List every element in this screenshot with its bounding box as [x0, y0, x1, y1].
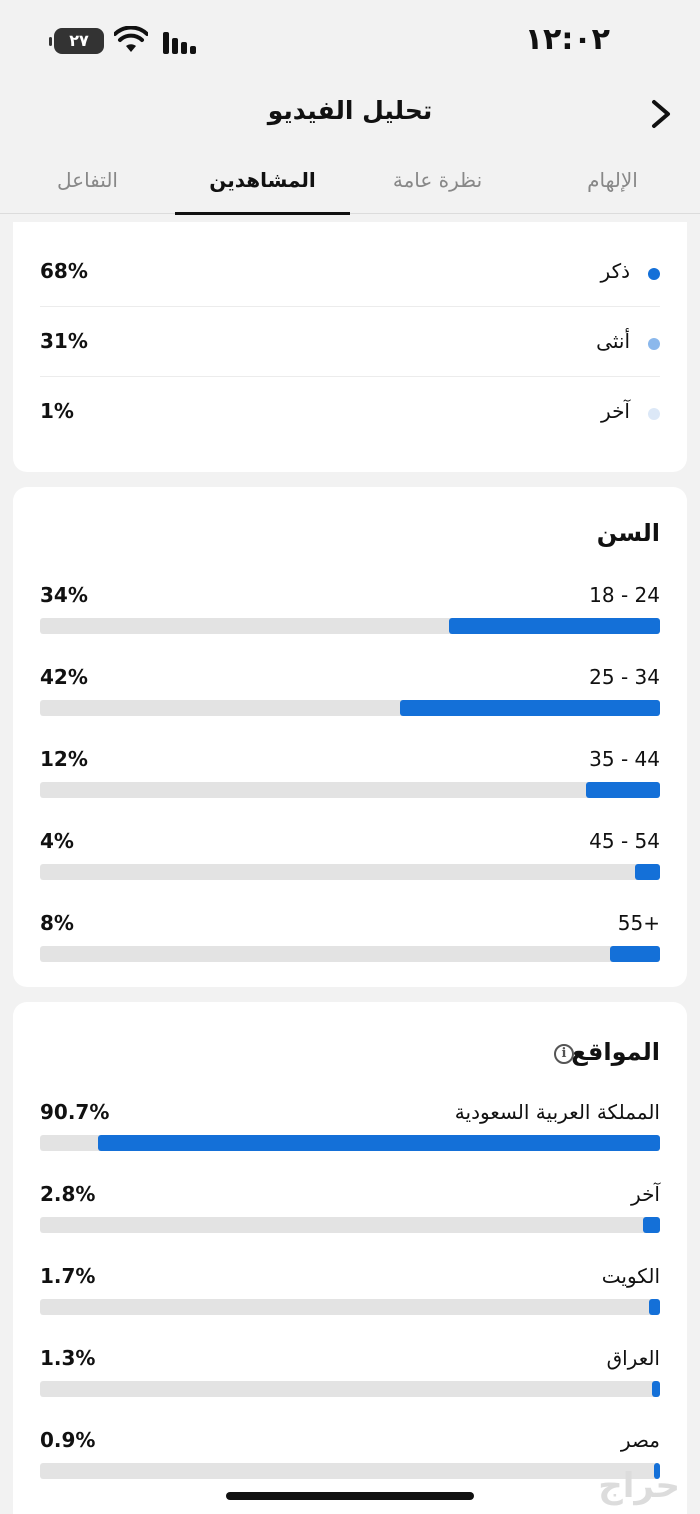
gender-row-male: ذكر 68% [40, 237, 660, 307]
location-percent: 90.7% [40, 1100, 110, 1124]
age-row: 25 - 34 42% [40, 665, 660, 725]
bar-track [40, 700, 660, 716]
locations-section-title: المواقع [571, 1038, 660, 1066]
tab-viewers[interactable]: المشاهدين [175, 150, 350, 215]
bar-fill [585, 782, 660, 798]
bar-track [40, 864, 660, 880]
status-time: ١٢:٠٢ [524, 22, 610, 57]
location-label: العراق [606, 1346, 660, 1370]
gender-card: ذكر 68% أنثى 31% آخر 1% [13, 222, 687, 472]
bar-fill [649, 1299, 660, 1315]
gender-percent: 1% [40, 399, 74, 423]
location-row: العراق 1.3% [40, 1346, 660, 1406]
age-range-label: 35 - 44 [589, 747, 660, 771]
bar-track [40, 1299, 660, 1315]
bar-track [40, 1217, 660, 1233]
bar-fill [399, 700, 660, 716]
wifi-icon [114, 26, 148, 52]
tab-bar: الإلهام نظرة عامة المشاهدين التفاعل [0, 150, 700, 215]
bar-fill [651, 1381, 660, 1397]
location-label: مصر [620, 1428, 660, 1452]
age-percent: 8% [40, 911, 74, 935]
location-row: آخر 2.8% [40, 1182, 660, 1242]
location-percent: 1.3% [40, 1346, 96, 1370]
bar-track [40, 782, 660, 798]
bar-fill [610, 946, 660, 962]
location-row: الكويت 1.7% [40, 1264, 660, 1324]
age-row: 18 - 24 34% [40, 583, 660, 643]
gender-row-female: أنثى 31% [40, 307, 660, 377]
legend-dot [648, 408, 660, 420]
bar-fill [642, 1217, 660, 1233]
home-indicator[interactable] [226, 1492, 474, 1500]
location-label: الكويت [601, 1264, 660, 1288]
location-label: المملكة العربية السعودية [454, 1100, 660, 1124]
nav-bar: تحليل الفيديو [0, 82, 700, 142]
age-percent: 12% [40, 747, 88, 771]
status-bar: ١٢:٠٢ ٢٧ [0, 0, 700, 82]
gender-label: ذكر [600, 259, 630, 283]
age-row: 45 - 54 4% [40, 829, 660, 889]
location-percent: 2.8% [40, 1182, 96, 1206]
locations-card: المواقع i المملكة العربية السعودية 90.7%… [13, 1002, 687, 1514]
gender-percent: 68% [40, 259, 88, 283]
gender-label: أنثى [596, 329, 630, 353]
page-title: تحليل الفيديو [267, 96, 433, 125]
bar-track [40, 618, 660, 634]
age-percent: 4% [40, 829, 74, 853]
age-percent: 42% [40, 665, 88, 689]
age-card: السن 18 - 24 34% 25 - 34 42% 35 - 44 12%… [13, 487, 687, 987]
age-range-label: 55+ [617, 911, 660, 935]
age-range-label: 45 - 54 [589, 829, 660, 853]
tab-inspiration[interactable]: الإلهام [525, 150, 700, 214]
bar-track [40, 946, 660, 962]
age-row: 35 - 44 12% [40, 747, 660, 807]
tab-overview[interactable]: نظرة عامة [350, 150, 525, 214]
age-range-label: 18 - 24 [589, 583, 660, 607]
tab-engagement[interactable]: التفاعل [0, 150, 175, 214]
signal-icon [163, 32, 196, 54]
location-percent: 0.9% [40, 1428, 96, 1452]
bar-track [40, 1135, 660, 1151]
age-range-label: 25 - 34 [589, 665, 660, 689]
bar-fill [449, 618, 660, 634]
gender-label: آخر [601, 399, 630, 423]
watermark-logo: حراج [598, 1466, 680, 1506]
bar-track [40, 1381, 660, 1397]
age-section-title: السن [596, 519, 660, 547]
gender-row-other: آخر 1% [40, 377, 660, 447]
chevron-right-icon[interactable] [642, 94, 678, 134]
age-percent: 34% [40, 583, 88, 607]
location-percent: 1.7% [40, 1264, 96, 1288]
location-row: المملكة العربية السعودية 90.7% [40, 1100, 660, 1160]
legend-dot [648, 268, 660, 280]
bar-fill [97, 1135, 660, 1151]
bar-fill [635, 864, 660, 880]
legend-dot [648, 338, 660, 350]
gender-percent: 31% [40, 329, 88, 353]
location-label: آخر [631, 1182, 660, 1206]
info-icon[interactable]: i [554, 1044, 574, 1064]
age-row: 55+ 8% [40, 911, 660, 971]
battery-icon: ٢٧ [49, 28, 104, 54]
